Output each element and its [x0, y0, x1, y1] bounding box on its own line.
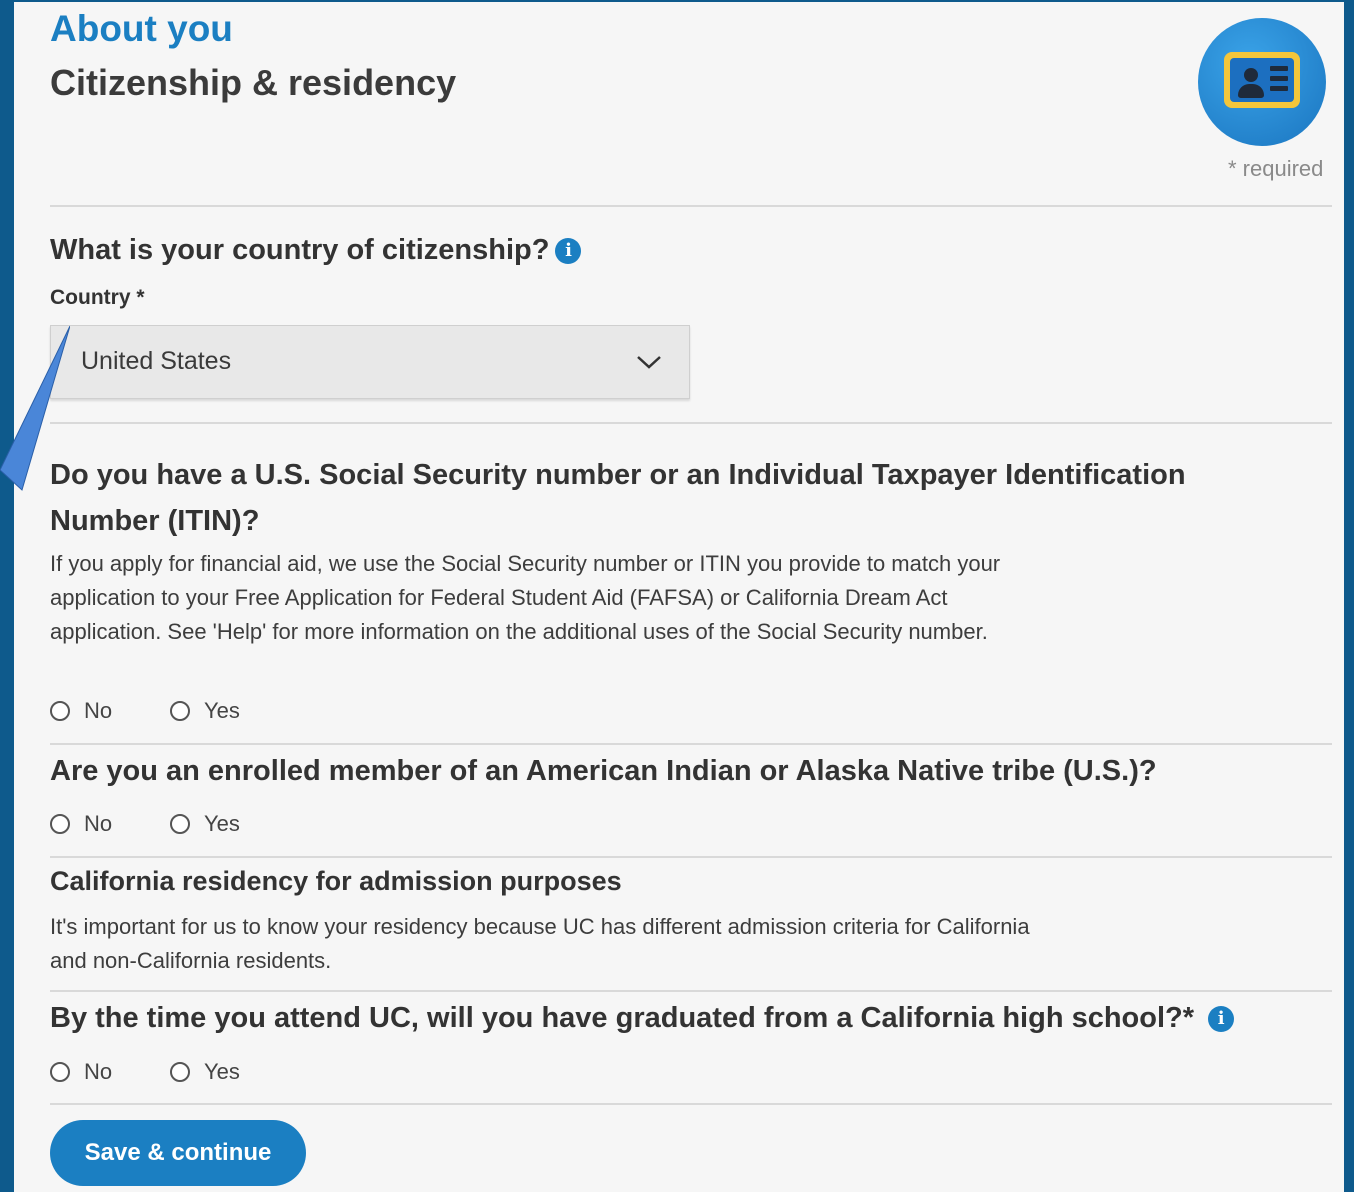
callout-pointer: [0, 325, 70, 491]
divider: [50, 856, 1332, 858]
residency-help-text: It's important for us to know your resid…: [50, 914, 1030, 973]
info-icon[interactable]: i: [1208, 1006, 1235, 1033]
ssn-help-text: If you apply for financial aid, we use t…: [50, 551, 1001, 644]
id-card-icon: [1224, 52, 1300, 108]
graduation-question: By the time you attend UC, will you have…: [50, 1002, 1235, 1035]
id-card-badge: [1198, 18, 1326, 146]
radio-circle[interactable]: [50, 814, 70, 834]
info-icon[interactable]: i: [555, 238, 582, 265]
ssn-question: Do you have a U.S. Social Security numbe…: [50, 459, 1186, 537]
divider: [50, 422, 1332, 424]
graduation-no-radio[interactable]: No: [50, 1059, 112, 1085]
form-panel: About you Citizenship & residency * requ…: [14, 2, 1344, 1192]
divider: [50, 1103, 1332, 1105]
page-title: Citizenship & residency: [50, 62, 457, 103]
radio-circle[interactable]: [170, 814, 190, 834]
graduation-yes-radio[interactable]: Yes: [170, 1059, 240, 1085]
ssn-no-radio[interactable]: No: [50, 698, 112, 724]
ssn-yes-radio[interactable]: Yes: [170, 698, 240, 724]
radio-circle[interactable]: [50, 1062, 70, 1082]
radio-circle[interactable]: [170, 1062, 190, 1082]
country-select[interactable]: United States: [50, 325, 690, 399]
radio-circle[interactable]: [50, 701, 70, 721]
divider: [50, 743, 1332, 745]
radio-circle[interactable]: [170, 701, 190, 721]
citizenship-question: What is your country of citizenship? i: [50, 234, 582, 267]
divider: [50, 205, 1332, 207]
residency-heading: California residency for admission purpo…: [50, 866, 622, 896]
tribe-no-radio[interactable]: No: [50, 811, 112, 837]
save-continue-button[interactable]: Save & continue: [50, 1120, 306, 1186]
section-title: About you: [50, 8, 233, 49]
country-selected-value: United States: [81, 347, 232, 375]
required-note: * required: [1228, 156, 1324, 181]
chevron-down-icon: [637, 356, 661, 369]
country-label: Country *: [50, 286, 145, 309]
tribe-yes-radio[interactable]: Yes: [170, 811, 240, 837]
divider: [50, 990, 1332, 992]
tribe-question: Are you an enrolled member of an America…: [50, 755, 1157, 787]
